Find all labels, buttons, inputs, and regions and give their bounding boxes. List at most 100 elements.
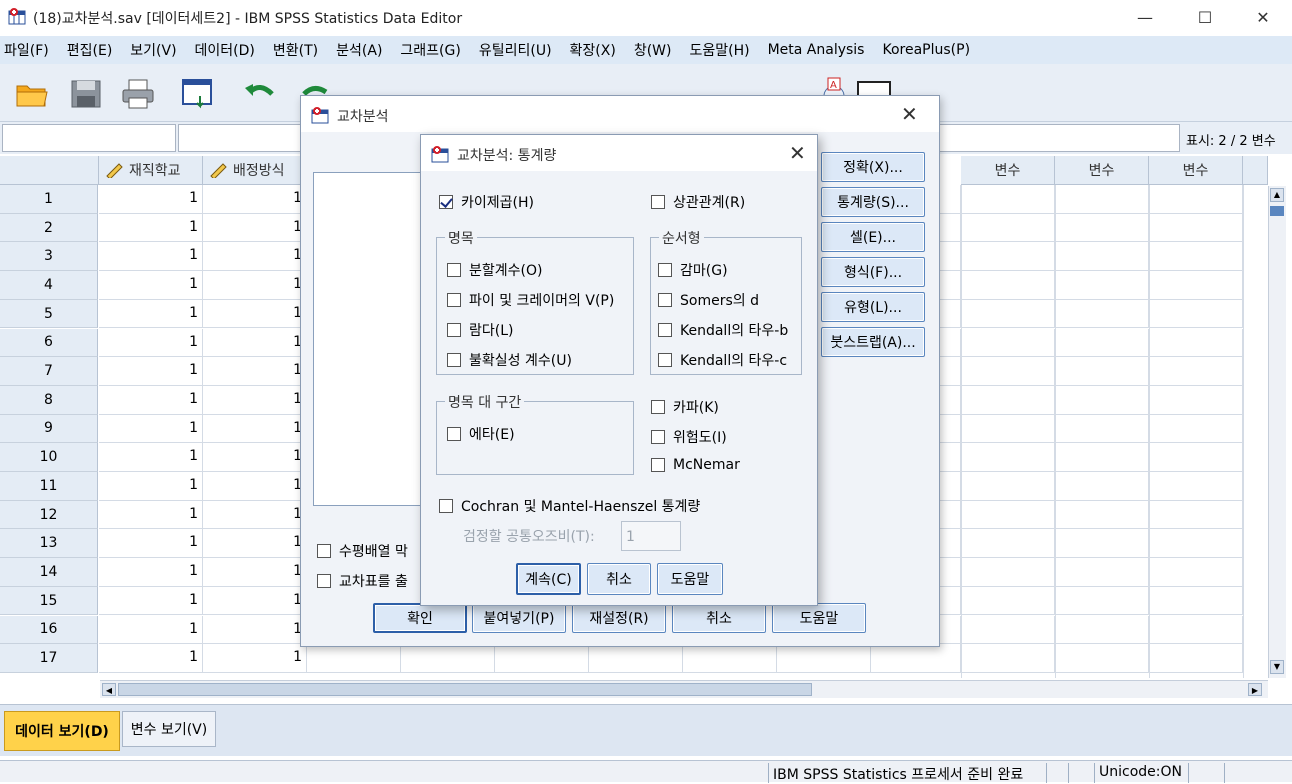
table-cell[interactable]	[777, 644, 871, 673]
column-header-empty[interactable]	[1243, 156, 1268, 185]
scroll-down-icon[interactable]: ▼	[1270, 660, 1284, 674]
phi-cramers-v-option[interactable]: 파이 및 크레이머의 V(P)	[447, 290, 614, 310]
table-cell[interactable]	[961, 213, 1055, 243]
table-cell[interactable]: 1	[99, 500, 203, 530]
row-header[interactable]: 9	[0, 414, 98, 444]
menu-utilities[interactable]: 유틸리티(U)	[473, 40, 564, 60]
table-cell[interactable]	[1149, 299, 1243, 329]
menu-graphs[interactable]: 그래프(G)	[394, 40, 472, 60]
column-header-empty[interactable]: 변수	[1149, 156, 1243, 185]
table-cell[interactable]	[683, 644, 777, 673]
menu-koreaplus[interactable]: KoreaPlus(P)	[876, 42, 982, 58]
somers-d-option[interactable]: Somers의 d	[658, 290, 759, 310]
table-cell[interactable]: 1	[203, 472, 307, 501]
table-cell[interactable]	[1149, 529, 1243, 559]
cmh-option[interactable]: Cochran 및 Mantel-Haenszel 통계량	[439, 496, 700, 516]
checkbox[interactable]	[439, 499, 453, 513]
table-cell[interactable]	[961, 414, 1055, 444]
table-cell[interactable]	[1055, 443, 1149, 472]
table-cell[interactable]: 1	[99, 558, 203, 587]
table-cell[interactable]	[961, 242, 1055, 272]
row-header[interactable]: 5	[0, 299, 98, 329]
checkbox[interactable]	[651, 195, 665, 209]
reset-button[interactable]: 재설정(R)	[572, 603, 666, 633]
table-cell[interactable]	[961, 615, 1055, 645]
dialog-recall-icon[interactable]	[180, 76, 216, 112]
table-cell[interactable]	[961, 185, 1055, 214]
table-cell[interactable]: 1	[203, 644, 307, 673]
table-cell[interactable]	[1055, 586, 1149, 616]
bootstrap-button[interactable]: 붓스트랩(A)...	[821, 327, 925, 357]
table-cell[interactable]: 1	[203, 586, 307, 616]
table-cell[interactable]: 1	[99, 242, 203, 272]
table-cell[interactable]: 1	[99, 586, 203, 616]
table-cell[interactable]	[1149, 472, 1243, 501]
menu-view[interactable]: 보기(V)	[124, 40, 188, 60]
table-cell[interactable]	[1055, 271, 1149, 300]
paste-button[interactable]: 붙여넣기(P)	[472, 603, 566, 633]
table-cell[interactable]	[961, 558, 1055, 587]
table-cell[interactable]	[495, 644, 589, 673]
table-cell[interactable]	[307, 644, 401, 673]
lambda-option[interactable]: 람다(L)	[447, 320, 513, 340]
checkbox[interactable]	[651, 430, 665, 444]
checkbox[interactable]	[658, 263, 672, 277]
source-variable-list[interactable]	[313, 172, 425, 506]
table-cell[interactable]: 1	[203, 385, 307, 415]
scroll-thumb[interactable]	[118, 683, 812, 696]
correlations-option[interactable]: 상관관계(R)	[651, 192, 745, 212]
checkbox[interactable]	[447, 323, 461, 337]
table-cell[interactable]	[961, 644, 1055, 673]
risk-option[interactable]: 위험도(I)	[651, 427, 727, 447]
table-cell[interactable]: 1	[203, 357, 307, 386]
table-cell[interactable]: 1	[203, 328, 307, 358]
table-cell[interactable]: 1	[99, 385, 203, 415]
checkbox[interactable]	[658, 353, 672, 367]
table-cell[interactable]	[961, 443, 1055, 472]
table-cell[interactable]	[1149, 558, 1243, 587]
table-cell[interactable]: 1	[99, 271, 203, 300]
kendall-tau-c-option[interactable]: Kendall의 타우-c	[658, 350, 787, 370]
checkbox[interactable]	[651, 458, 665, 472]
column-header-배정방식[interactable]: 배정방식	[203, 156, 307, 185]
table-cell[interactable]: 1	[99, 185, 203, 214]
row-header[interactable]: 17	[0, 644, 98, 673]
row-header[interactable]: 16	[0, 615, 98, 645]
table-cell[interactable]: 1	[99, 443, 203, 472]
format-button[interactable]: 형식(F)...	[821, 257, 925, 287]
row-header[interactable]: 8	[0, 385, 98, 415]
table-cell[interactable]	[961, 472, 1055, 501]
row-header[interactable]: 1	[0, 185, 98, 214]
gamma-option[interactable]: 감마(G)	[658, 260, 728, 280]
table-cell[interactable]	[961, 357, 1055, 386]
statistics-button[interactable]: 통계량(S)...	[821, 187, 925, 217]
table-cell[interactable]	[1055, 558, 1149, 587]
table-cell[interactable]	[1055, 644, 1149, 673]
table-cell[interactable]: 1	[99, 213, 203, 243]
table-cell[interactable]: 1	[203, 414, 307, 444]
table-cell[interactable]	[1055, 385, 1149, 415]
column-header-empty[interactable]: 변수	[1055, 156, 1149, 185]
uncertainty-coefficient-option[interactable]: 불확실성 계수(U)	[447, 350, 572, 370]
table-cell[interactable]	[961, 529, 1055, 559]
table-cell[interactable]	[961, 500, 1055, 530]
checkbox[interactable]	[447, 293, 461, 307]
eta-option[interactable]: 에타(E)	[447, 424, 515, 444]
scroll-up-icon[interactable]: ▲	[1270, 188, 1284, 202]
menu-extensions[interactable]: 확장(X)	[564, 40, 628, 60]
table-cell[interactable]	[1149, 443, 1243, 472]
table-cell[interactable]	[1149, 644, 1243, 673]
table-cell[interactable]: 1	[99, 615, 203, 645]
maximize-button[interactable]: ☐	[1182, 0, 1228, 34]
print-icon[interactable]	[120, 76, 156, 112]
checkbox-checked[interactable]	[439, 195, 453, 209]
undo-icon[interactable]	[242, 76, 278, 112]
table-cell[interactable]	[1149, 385, 1243, 415]
table-cell[interactable]	[961, 299, 1055, 329]
table-cell[interactable]: 1	[203, 242, 307, 272]
horizontal-scrollbar[interactable]: ◀ ▶	[100, 680, 1268, 698]
table-cell[interactable]: 1	[203, 185, 307, 214]
grid-corner[interactable]	[0, 156, 99, 185]
open-folder-icon[interactable]	[14, 76, 50, 112]
menu-transform[interactable]: 변환(T)	[267, 40, 330, 60]
